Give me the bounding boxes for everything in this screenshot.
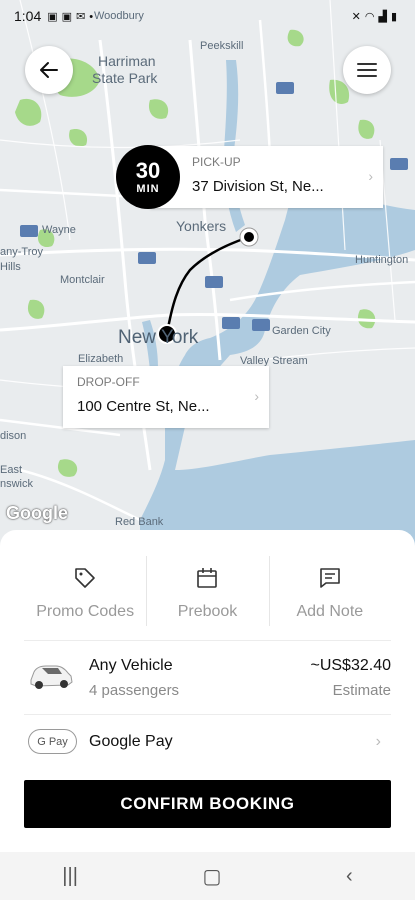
fare-estimate-label: Estimate xyxy=(332,682,391,699)
eta-badge: 30 MIN xyxy=(116,145,180,209)
fare-price: ~US$32.40 xyxy=(310,657,391,674)
map-label-red-bank: Red Bank xyxy=(115,516,164,528)
dot-icon: • xyxy=(89,10,98,23)
promo-codes-label: Promo Codes xyxy=(36,603,135,620)
dropoff-card[interactable]: DROP-OFF 100 Centre St, Ne... › xyxy=(63,366,269,428)
mute-icon: ✕ xyxy=(351,10,365,23)
gpay-badge-text: G Pay xyxy=(37,735,68,748)
payment-method-name: Google Pay xyxy=(89,733,173,750)
menu-button[interactable] xyxy=(343,46,391,94)
divider xyxy=(24,640,391,641)
pickup-card[interactable]: PICK-UP 37 Division St, Ne... › xyxy=(150,146,383,208)
chevron-right-icon: › xyxy=(375,733,381,750)
highway-shield-icon xyxy=(276,82,294,94)
vehicle-row[interactable]: Any Vehicle 4 passengers ~US$32.40 Estim… xyxy=(24,642,391,714)
wifi-icon: ◠ xyxy=(364,10,379,23)
map-label-montclair: Montclair xyxy=(60,274,105,286)
status-bar: 1:04 ▣▣✉• ✕◠▟▮ xyxy=(0,0,415,32)
payment-method-row[interactable]: G Pay Google Pay › xyxy=(24,715,391,771)
map-label-east: East xyxy=(0,464,23,476)
add-note-label: Add Note xyxy=(296,603,364,620)
prebook-button[interactable]: Prebook xyxy=(146,552,268,640)
highway-shield-icon xyxy=(222,317,240,329)
highway-shield-icon xyxy=(390,158,408,170)
eta-value: 30 xyxy=(135,158,161,183)
highway-shield-icon xyxy=(138,252,156,264)
highway-shield-icon xyxy=(252,319,270,331)
status-time: 1:04 xyxy=(14,8,42,24)
prebook-label: Prebook xyxy=(177,603,238,620)
map-label-nswick: nswick xyxy=(0,478,34,490)
vehicle-name: Any Vehicle xyxy=(89,657,173,674)
signal-icon: ▟ xyxy=(378,10,391,23)
home-icon[interactable]: ▢ xyxy=(203,864,222,889)
car-icon xyxy=(30,665,73,689)
map-label-new-york: New York xyxy=(118,327,199,348)
map-label-wayne: Wayne xyxy=(42,224,76,236)
map-label-hills: Hills xyxy=(0,261,21,273)
calendar-icon xyxy=(197,568,218,588)
mail-icon: ✉ xyxy=(76,10,90,23)
chevron-right-icon: › xyxy=(368,168,373,184)
map-label-elizabeth: Elizabeth xyxy=(78,353,124,365)
battery-icon: ▮ xyxy=(390,10,401,23)
add-note-button[interactable]: Add Note xyxy=(268,552,391,640)
system-icons: ✕◠▟▮ xyxy=(352,10,401,23)
pickup-label: PICK-UP xyxy=(192,155,241,169)
action-row: Promo Codes Prebook Add Note xyxy=(24,552,391,640)
confirm-booking-button[interactable]: CONFIRM BOOKING xyxy=(24,780,391,828)
highway-shield-icon xyxy=(20,225,38,237)
map-label-yonkers: Yonkers xyxy=(176,218,227,234)
booking-sheet: Promo Codes Prebook Add Note Any Vehicle… xyxy=(0,530,415,852)
map-label-dison: dison xyxy=(0,430,27,442)
google-pay-icon: G Pay xyxy=(28,729,77,754)
tag-icon xyxy=(75,568,95,588)
image-icon: ▣ xyxy=(61,10,77,23)
dropoff-label: DROP-OFF xyxy=(77,375,140,389)
image-icon: ▣ xyxy=(47,10,62,23)
dropoff-address: 100 Centre St, Ne... xyxy=(77,398,210,415)
map-label-garden-city: Garden City xyxy=(272,325,331,337)
map-label-state-park: State Park xyxy=(92,70,158,86)
highway-shield-icon xyxy=(205,276,223,288)
notification-icons: ▣▣✉• xyxy=(47,10,97,23)
vehicle-passengers: 4 passengers xyxy=(89,682,180,699)
map-label-peekskill: Peekskill xyxy=(200,40,244,52)
map-label-troy: any-Troy xyxy=(0,246,43,258)
recent-apps-icon[interactable]: ||| xyxy=(62,865,78,888)
map-label-huntington: Huntington xyxy=(355,254,409,266)
pickup-address: 37 Division St, Ne... xyxy=(192,178,324,195)
note-icon xyxy=(320,568,340,588)
eta-unit: MIN xyxy=(136,183,160,195)
hamburger-icon xyxy=(357,63,377,77)
back-button[interactable] xyxy=(25,46,73,94)
promo-codes-button[interactable]: Promo Codes xyxy=(24,552,146,640)
google-logo: Google xyxy=(6,503,68,523)
map-label-harriman: Harriman xyxy=(98,53,156,69)
back-nav-icon[interactable]: ‹ xyxy=(346,865,353,888)
system-nav-bar: ||| ▢ ‹ xyxy=(0,852,415,900)
chevron-right-icon: › xyxy=(254,388,259,404)
arrow-left-icon xyxy=(40,62,58,78)
